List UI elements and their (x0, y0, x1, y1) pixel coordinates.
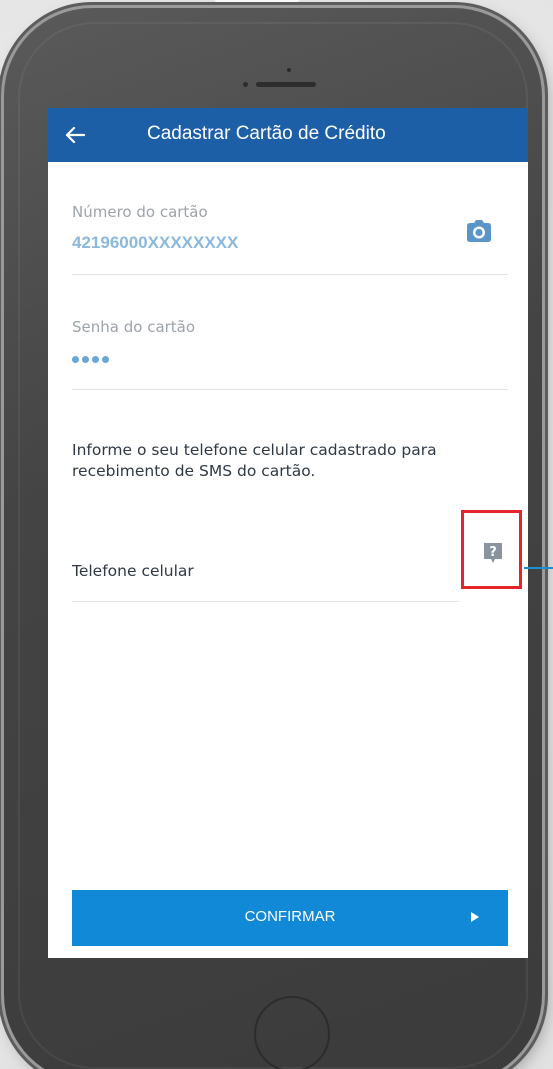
mobile-phone-divider (72, 601, 459, 602)
play-arrow-icon (471, 912, 479, 922)
card-password-label: Senha do cartão (72, 318, 196, 336)
app-bar: Cadastrar Cartão de Crédito (48, 108, 528, 162)
earpiece-speaker (256, 82, 316, 87)
card-number-label: Número do cartão (72, 203, 208, 221)
page-title: Cadastrar Cartão de Crédito (147, 123, 386, 144)
card-password-input[interactable] (72, 356, 109, 363)
screenshot-canvas: Cadastrar Cartão de Crédito Número do ca… (0, 0, 553, 1069)
front-camera (287, 68, 291, 72)
proximity-sensor (243, 82, 248, 87)
confirm-button-label: CONFIRMAR (244, 908, 336, 925)
password-dot (72, 356, 79, 363)
confirm-button[interactable]: CONFIRMAR (72, 890, 508, 946)
password-dot (82, 356, 89, 363)
mobile-phone-input[interactable]: Telefone celular (72, 562, 194, 580)
help-highlight-box (461, 510, 522, 589)
camera-icon (467, 220, 491, 242)
card-password-divider (72, 389, 508, 390)
back-button[interactable] (58, 118, 92, 152)
app-screen: Cadastrar Cartão de Crédito Número do ca… (48, 108, 528, 958)
callout-line (524, 567, 553, 569)
arrow-left-icon (65, 126, 85, 144)
card-number-divider (72, 274, 508, 275)
password-dot (102, 356, 109, 363)
password-dot (92, 356, 99, 363)
sms-info-text: Informe o seu telefone celular cadastrad… (72, 441, 437, 480)
scan-card-button[interactable] (465, 218, 493, 244)
card-number-input[interactable]: 42196000XXXXXXXX (72, 233, 238, 253)
home-button[interactable] (254, 996, 330, 1069)
